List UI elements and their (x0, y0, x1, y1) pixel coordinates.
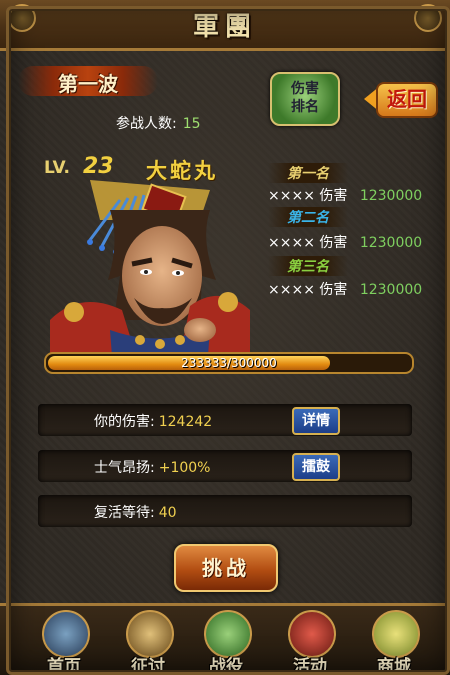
rank-3-dmg-label: 伤害 (319, 282, 348, 298)
your-damage-value: 124242 (158, 414, 213, 430)
bottom-nav: 首页 征讨 战役 活动 商城 (0, 603, 450, 675)
rank-2-title: 第二名 (268, 207, 348, 227)
nav-events-label: 活动 (293, 657, 327, 675)
scroll-icon (204, 610, 252, 658)
sword-icon (126, 610, 174, 658)
participants-label: 参战人数: (116, 116, 177, 132)
rank-1-dmg-label: 伤害 (319, 188, 348, 204)
title-bar: 軍團 (0, 0, 450, 51)
drum-icon (288, 610, 336, 658)
nav-campaign[interactable]: 征讨 (106, 610, 190, 675)
revive-wait-value: 40 (158, 505, 177, 521)
revive-wait-label: 复活等待: (94, 505, 155, 521)
rank-3-player: ×××× (268, 282, 315, 298)
morale-label: 士气昂扬: (94, 460, 155, 476)
challenge-button[interactable]: 挑战 (174, 544, 278, 592)
your-damage-row: 你的伤害: 124242 详情 (38, 404, 412, 436)
wave-banner: 第一波 (18, 66, 158, 96)
nav-shop[interactable]: 商城 (352, 610, 436, 675)
rank-1-row: ×××× 伤害 1230000 (268, 185, 422, 205)
home-icon (42, 610, 90, 658)
damage-ranking-button[interactable]: 伤害 排名 (270, 72, 340, 126)
revive-wait-row: 复活等待: 40 (38, 495, 412, 527)
beat-drum-button[interactable]: 擂鼓 (292, 453, 340, 481)
participants-count: 参战人数: 15 (116, 113, 201, 133)
nav-shop-label: 商城 (377, 657, 411, 675)
wave-label: 第一波 (58, 72, 118, 96)
boss-level-label: LV. (44, 158, 70, 178)
rank-2-player: ×××× (268, 235, 315, 251)
ranking-button-line1: 伤害 (291, 81, 319, 97)
morale-row: 士气昂扬: +100% 擂鼓 (38, 450, 412, 482)
back-button-label: 返回 (376, 82, 438, 118)
rank-2-row: ×××× 伤害 1230000 (268, 232, 422, 252)
boss-hp-bar: 233333/300000 (44, 352, 414, 374)
morale-value: +100% (158, 460, 211, 476)
warrior-portrait-icon (50, 180, 250, 356)
nav-home-label: 首页 (47, 657, 81, 675)
rank-2-dmg-label: 伤害 (319, 235, 348, 251)
details-button[interactable]: 详情 (292, 407, 340, 435)
nav-home[interactable]: 首页 (22, 610, 106, 675)
rank-3-row: ×××× 伤害 1230000 (268, 279, 422, 299)
boss-hp-text: 233333/300000 (181, 356, 277, 370)
boss-level: 23 (83, 154, 114, 179)
nav-battle-label: 战役 (209, 657, 243, 675)
page-title: 軍團 (192, 12, 257, 42)
back-button[interactable]: 返回 (364, 80, 438, 118)
participants-value: 15 (182, 116, 201, 132)
rank-3-title: 第三名 (268, 256, 348, 276)
nav-battle[interactable]: 战役 (184, 610, 268, 675)
rank-1-player: ×××× (268, 188, 315, 204)
legion-screen: 軍團 第一波 参战人数: 15 伤害 排名 返回 LV. 23 大蛇丸 第一名 … (0, 0, 450, 675)
rank-1-dmg-value: 1230000 (359, 188, 423, 204)
boss-portrait (50, 180, 250, 356)
shop-icon (372, 610, 420, 658)
nav-campaign-label: 征讨 (131, 657, 165, 675)
your-damage-label: 你的伤害: (94, 414, 155, 430)
rank-3-dmg-value: 1230000 (359, 282, 423, 298)
rank-2-dmg-value: 1230000 (359, 235, 423, 251)
ranking-button-line2: 排名 (291, 99, 319, 115)
rank-1-title: 第一名 (268, 163, 348, 183)
nav-events[interactable]: 活动 (268, 610, 352, 675)
